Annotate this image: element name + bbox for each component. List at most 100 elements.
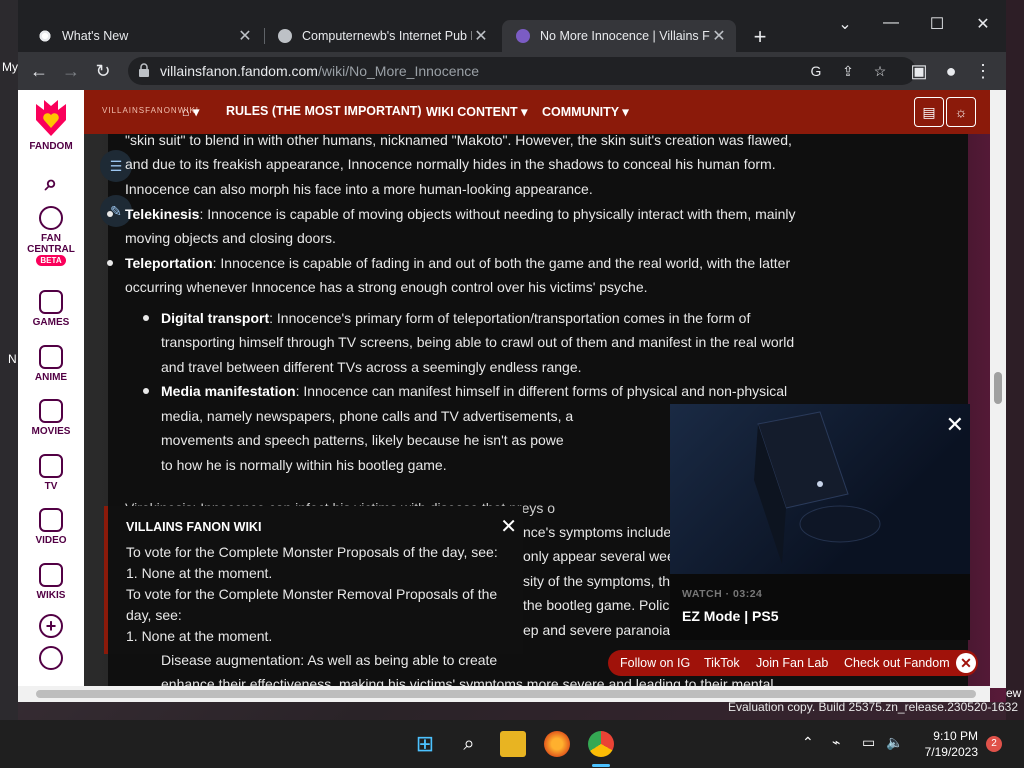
paragraph-fragment: the bootleg game. Polic (523, 597, 670, 613)
search-icon[interactable]: ⌕ (18, 170, 84, 196)
new-tab-button[interactable]: + (748, 24, 772, 50)
rail-label: MOVIES (31, 426, 71, 437)
browser-window: What's New ✕ Computernewb's Internet Pub… (18, 0, 1006, 702)
rail-movies[interactable]: MOVIES (18, 399, 84, 437)
rail-wikis[interactable]: WIKIS (18, 563, 84, 601)
lock-icon[interactable] (138, 63, 150, 77)
paragraph-line: to how he is normally within his bootleg… (161, 457, 447, 473)
close-tab-icon[interactable]: ✕ (236, 26, 254, 46)
rail-video[interactable]: VIDEO (18, 508, 84, 546)
chevron-down-icon: ▾ (622, 105, 629, 119)
desc: : Innocence's primary form of teleportat… (269, 310, 751, 326)
video-thumbnail[interactable] (670, 404, 970, 574)
chevron-up-icon[interactable]: ⌃ (802, 734, 814, 751)
fandom-logo[interactable]: FANDOM (18, 98, 84, 152)
start-windows-icon[interactable]: ⊞ (412, 731, 438, 757)
nav-rules[interactable]: RULES (THE MOST IMPORTANT) (226, 104, 422, 118)
address-bar[interactable]: villainsfanon.fandom.com/wiki/No_More_In… (128, 57, 916, 85)
paragraph-line: occurring whenever Innocence has a stron… (125, 279, 648, 295)
fandom-social-bar: Follow on IG TikTok Join Fan Lab Check o… (608, 650, 978, 676)
nav-community[interactable]: COMMUNITY ▾ (542, 104, 629, 119)
beta-badge: BETA (36, 255, 66, 266)
telekinesis-item: Telekinesis: Innocence is capable of mov… (125, 202, 835, 227)
rail-label: GAMES (32, 317, 70, 328)
notice-line: 1. None at the moment. (126, 565, 273, 581)
link-tiktok[interactable]: TikTok (704, 656, 740, 670)
paragraph-line: media, namely newspapers, phone calls an… (161, 408, 574, 424)
desktop-icon-label[interactable]: N (8, 352, 17, 366)
tab-no-more-innocence[interactable]: No More Innocence | Villains Far ✕ (502, 20, 736, 52)
network-icon[interactable]: ⌁ (832, 734, 840, 751)
display-icon[interactable]: ▭ (862, 734, 875, 751)
paragraph-line: transporting himself through TV screens,… (161, 334, 795, 350)
maximize-button[interactable]: ☐ (922, 14, 952, 34)
close-video-icon[interactable]: ✕ (946, 412, 964, 438)
share-icon[interactable]: ⇪ (838, 61, 858, 81)
theme-toggle-icon[interactable]: ☼ (946, 97, 976, 127)
rail-tv[interactable]: TV (18, 454, 84, 492)
discussions-icon[interactable]: ▤ (914, 97, 944, 127)
bookmark-star-icon[interactable]: ☆ (870, 61, 890, 81)
rocket-icon (39, 206, 63, 230)
google-lens-icon[interactable]: G (806, 61, 826, 81)
url-text[interactable]: villainsfanon.fandom.com/wiki/No_More_In… (160, 63, 479, 79)
minimize-button[interactable]: — (876, 14, 906, 32)
close-tab-icon[interactable]: ✕ (710, 26, 728, 46)
create-wiki-button[interactable]: + (18, 614, 84, 641)
tab-search-chevron-icon[interactable]: ⌄ (830, 14, 860, 34)
site-favicon-icon (278, 29, 292, 43)
chrome-icon (38, 29, 52, 43)
back-arrow-icon[interactable]: ← (28, 60, 50, 82)
more-menu-icon[interactable]: ⋮ (972, 60, 994, 82)
term: Media manifestation (161, 383, 296, 399)
tab-whats-new[interactable]: What's New ✕ (24, 20, 262, 52)
link-fan-lab[interactable]: Join Fan Lab (756, 656, 828, 670)
close-tab-icon[interactable]: ✕ (472, 26, 490, 46)
paragraph-line: and travel between different TVs across … (161, 359, 582, 375)
video-player-popup[interactable]: ✕ WATCH · 03:24 EZ Mode | PS5 (670, 404, 970, 640)
search-icon[interactable]: ⌕ (456, 731, 482, 757)
file-explorer-icon[interactable] (500, 731, 526, 757)
video-meta: WATCH · 03:24 (682, 588, 763, 600)
tab-computernewb[interactable]: Computernewb's Internet Pub H ✕ (264, 20, 498, 52)
desktop-icon-label[interactable]: My (2, 60, 18, 74)
bullet-marker (143, 388, 149, 394)
explore-menu-icon[interactable]: ⌂ ▾ (182, 104, 199, 119)
close-icon[interactable]: ✕ (500, 514, 517, 539)
reload-icon[interactable]: ↻ (92, 60, 114, 82)
paragraph-line: and due to its freakish appearance, Inno… (125, 156, 776, 172)
volume-icon[interactable]: 🔈 (886, 734, 903, 751)
chrome-icon[interactable] (588, 731, 614, 757)
side-panel-icon[interactable]: ▣ (908, 60, 930, 82)
system-clock[interactable]: 9:10 PM 7/19/2023 (925, 728, 978, 760)
link-check-out-fandom[interactable]: Check out Fandom (844, 656, 950, 670)
scrollbar-thumb[interactable] (36, 690, 976, 698)
firefox-icon[interactable] (544, 731, 570, 757)
nav-label: RULES (THE MOST IMPORTANT) (226, 104, 422, 118)
active-app-indicator (592, 764, 610, 767)
nav-wiki-content[interactable]: WIKI CONTENT ▾ (426, 104, 527, 119)
desktop-icon-label[interactable]: ew (1006, 686, 1021, 700)
rail-anime[interactable]: ANIME (18, 345, 84, 383)
fandom-global-nav: FANDOM ⌕ FAN CENTRAL BETA GAMES ANIME MO… (18, 90, 84, 702)
anime-face-icon (39, 345, 63, 369)
bullet-marker (107, 260, 113, 266)
profile-icon[interactable]: ● (940, 60, 962, 82)
scrollbar-thumb[interactable] (994, 372, 1002, 404)
video-title[interactable]: EZ Mode | PS5 (682, 608, 779, 624)
notice-line: day, see: (126, 607, 182, 623)
link-follow-ig[interactable]: Follow on IG (620, 656, 690, 670)
term: Telekinesis (125, 206, 200, 222)
rail-label: TV (44, 481, 58, 492)
user-account-button[interactable] (18, 646, 84, 673)
tv-icon (39, 454, 63, 478)
desc: : Innocence is capable of fading in and … (212, 255, 791, 271)
paragraph-line: Innocence can also morph his face into a… (125, 181, 593, 197)
rail-fan-central[interactable]: FAN CENTRAL BETA (18, 206, 84, 266)
notification-badge[interactable]: 2 (986, 736, 1002, 752)
close-window-button[interactable]: ✕ (968, 14, 998, 34)
forward-arrow-icon[interactable]: → (60, 60, 82, 82)
rail-games[interactable]: GAMES (18, 290, 84, 328)
close-icon[interactable]: ✕ (956, 653, 976, 673)
gamepad-icon (39, 290, 63, 314)
